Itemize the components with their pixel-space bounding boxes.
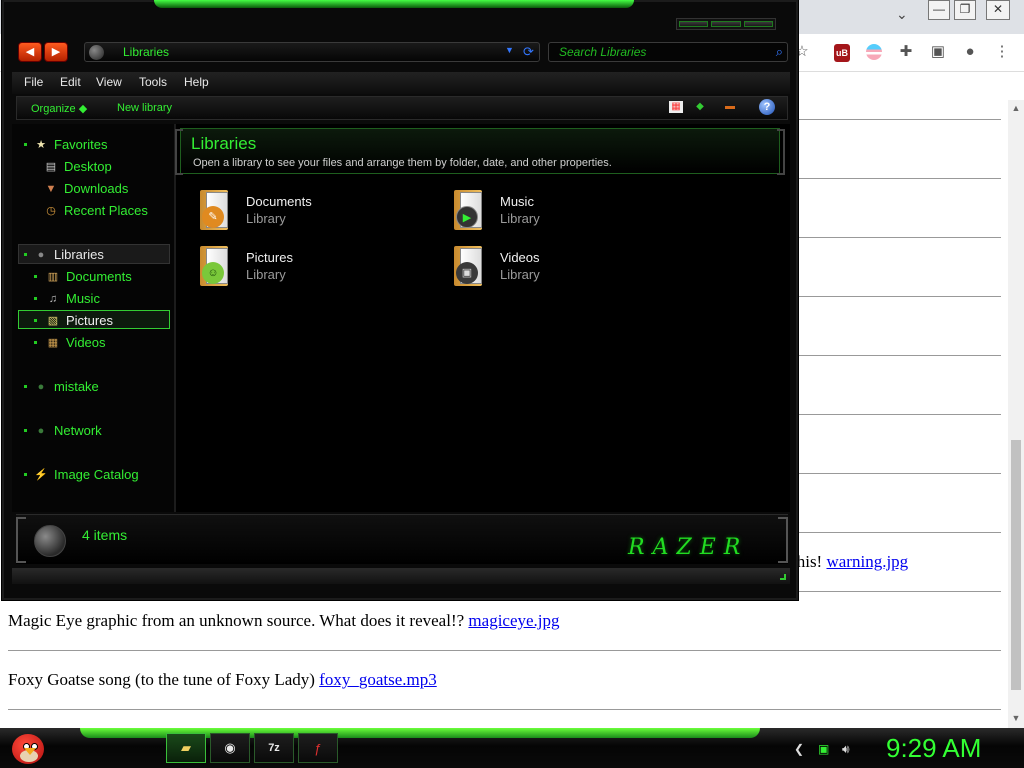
help-icon[interactable]: ? [759,99,775,115]
content-pane: Libraries Open a library to see your fil… [175,124,790,512]
minimize-button[interactable]: — [928,0,950,20]
scroll-up-icon[interactable]: ▲ [1008,100,1024,116]
volume-icon[interactable]: 🔊︎ [842,742,850,757]
chrome-icon[interactable]: ◉ [210,733,250,763]
library-music[interactable]: ▶ Music Library [450,188,650,236]
page-scrollbar[interactable]: ▲ ▼ [1008,100,1024,728]
command-bar: Organize ◆ New library ▦ ◆ ▬ ? [16,96,788,120]
location-icon [89,45,104,60]
library-videos[interactable]: ▣ Videos Library [450,244,650,292]
menu-file[interactable]: File [24,75,43,89]
start-button[interactable] [6,728,50,768]
pictures-icon: ▧ [47,315,59,327]
maximize-button[interactable] [711,21,741,27]
window-glow [154,0,634,8]
menu-edit[interactable]: Edit [60,75,81,89]
search-input[interactable]: Search Libraries ⌕ [548,42,788,62]
search-icon[interactable]: ⌕ [776,44,783,60]
item-count: 4 items [82,527,128,543]
list-item: this! warning.jpg [792,552,909,571]
divider [8,709,1001,710]
menu-help[interactable]: Help [184,75,209,89]
address-dropdown-icon[interactable]: ▼ [505,45,514,55]
image-catalog-icon: ⚡ [34,469,48,481]
restore-button[interactable]: ❐ [954,0,976,20]
scroll-thumb[interactable] [1011,440,1021,690]
page-title: Libraries [191,134,257,153]
close-button[interactable] [743,21,773,27]
profile-icon[interactable]: ● [960,42,980,62]
star-icon: ★ [36,139,46,151]
documents-library-icon: ✎ [196,188,236,232]
back-button[interactable]: ◀ [18,42,42,62]
videos-icon: ▦ [47,337,59,349]
page-subtitle: Open a library to see your files and arr… [193,157,612,169]
foxy-goatse-link[interactable]: foxy_goatse.mp3 [319,670,437,689]
libraries-orb-icon [34,525,66,557]
network-tray-icon[interactable]: ▣ [818,742,829,756]
status-bar [12,568,790,584]
navigation-pane: ★ Favorites ▤ Desktop ▼ Downloads ◷ Rece… [12,124,174,512]
menu-bar: File Edit View Tools Help [12,72,790,94]
view-dropdown-icon[interactable]: ◆ [693,101,707,113]
tray-expand-icon[interactable]: ❮ [794,742,804,756]
new-library-button[interactable]: New library [117,102,172,114]
library-documents[interactable]: ✎ Documents Library [196,188,396,236]
list-item: Magic Eye graphic from an unknown source… [8,611,560,630]
scroll-down-icon[interactable]: ▼ [1008,710,1024,726]
7zip-icon[interactable]: 7z [254,733,294,763]
sidepanel-icon[interactable]: ▣ [928,42,948,62]
desktop-icon: ▤ [45,161,57,173]
menu-tools[interactable]: Tools [139,75,167,89]
divider [8,650,1001,651]
tab-search-button[interactable]: ⌄ [896,6,908,23]
libraries-header: Libraries Open a library to see your fil… [175,128,785,175]
pictures-library-icon: ☺ [196,244,236,288]
menu-icon[interactable]: ⋮ [992,42,1012,62]
recent-places-icon: ◷ [46,205,56,217]
computer-icon: ● [37,381,45,393]
libraries-icon: ● [37,249,45,261]
organize-button[interactable]: Organize ◆ [31,102,87,115]
address-bar[interactable]: Libraries ▼ ⟳ [84,42,540,62]
razer-logo: RAZER [628,535,749,560]
ublock-icon[interactable]: uB [834,44,850,62]
search-placeholder: Search Libraries [559,45,647,59]
downloads-icon: ▼ [45,183,57,195]
taskbar-clock[interactable]: 9:29 AM [886,733,981,764]
videos-library-icon: ▣ [450,244,490,288]
forward-button[interactable]: ▶ [44,42,68,62]
music-library-icon: ▶ [450,188,490,232]
music-icon: ♫ [48,293,58,305]
list-item: Foxy Goatse song (to the tune of Foxy La… [8,670,437,689]
explorer-icon[interactable]: ▰ [166,733,206,763]
taskbar: ▰ ◉ 7z ƒ ❮ ▣ 🔊︎ 9:29 AM [0,728,1024,768]
flag-extension-icon[interactable] [866,44,882,60]
menu-view[interactable]: View [96,75,122,89]
explorer-window: ◀ ▶ Libraries ▼ ⟳ Search Libraries ⌕ Fil… [2,0,798,600]
view-options-icon[interactable]: ▦ [669,101,683,113]
address-text: Libraries [123,45,170,59]
documents-icon: ▥ [47,271,59,283]
warning-link[interactable]: warning.jpg [826,552,908,571]
close-button[interactable]: ✕ [986,0,1010,20]
window-controls [676,18,776,30]
preview-pane-icon[interactable]: ▬ [723,101,737,113]
resize-grip-icon[interactable] [780,574,786,580]
flash-icon[interactable]: ƒ [298,733,338,763]
network-icon: ● [37,425,45,437]
puzzle-icon[interactable]: ✚ [896,42,916,62]
refresh-icon[interactable]: ⟳ [523,44,534,60]
minimize-button[interactable] [679,21,709,27]
library-pictures[interactable]: ☺ Pictures Library [196,244,396,292]
magiceye-link[interactable]: magiceye.jpg [468,611,559,630]
details-pane: 4 items RAZER [16,514,788,564]
